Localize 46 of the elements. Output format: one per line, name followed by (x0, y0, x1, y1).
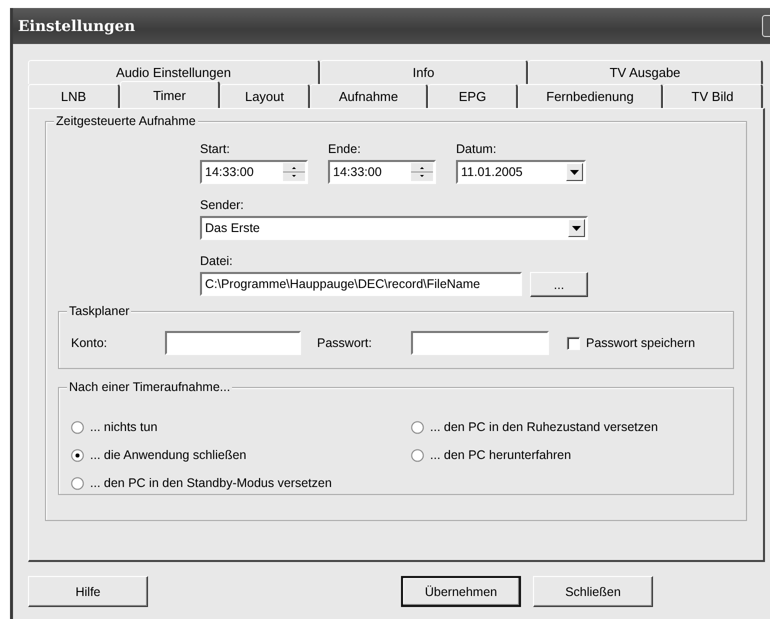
radio-button[interactable] (71, 448, 84, 462)
field-label: Datei: (200, 254, 234, 268)
radio-label: ... nichts tun (90, 420, 158, 434)
field-label: Konto: (71, 336, 108, 350)
group-title: Nach einer Timeraufnahme... (67, 380, 232, 394)
browse-button[interactable]: ... (530, 272, 588, 297)
tab[interactable]: LNB (28, 84, 120, 108)
radio-label: ... den PC in den Standby-Modus versetzen (90, 476, 332, 490)
field-label: Ende: (328, 142, 362, 156)
radio-label: ... den PC in den Ruhezustand versetzen (430, 420, 658, 434)
window-title: Einstellungen (18, 17, 136, 35)
tab[interactable]: Audio Einstellungen (28, 60, 320, 84)
radio-button[interactable] (411, 448, 424, 462)
radio-button[interactable] (71, 420, 84, 434)
checkbox[interactable] (567, 336, 580, 350)
group-title: Zeitgesteuerte Aufnahme (54, 114, 198, 128)
field-label: Sender: (200, 198, 245, 212)
radio-button[interactable] (71, 476, 84, 490)
tab[interactable]: TV Ausgabe (528, 60, 763, 84)
spinner-icon[interactable] (411, 163, 433, 181)
spinner-icon[interactable] (283, 163, 305, 181)
date-dropdown[interactable]: 11.01.2005 (456, 160, 586, 184)
end-time-field[interactable]: 14:33:00 (328, 160, 436, 184)
field-label: Start: (200, 142, 231, 156)
checkbox-label: Passwort speichern (586, 336, 696, 350)
dialog-button[interactable]: Hilfe (28, 576, 148, 607)
field-label: Passwort: (317, 336, 373, 350)
tab[interactable]: Info (320, 60, 528, 84)
tab[interactable]: Timer (120, 81, 220, 108)
tab[interactable]: Layout (220, 84, 310, 108)
file-path-field[interactable]: C:\Programme\Hauppauge\DEC\record\FileName (200, 272, 522, 296)
dialog-button[interactable]: Schließen (533, 576, 653, 607)
dialog-button[interactable]: Übernehmen (401, 576, 521, 607)
start-time-field[interactable]: 14:33:00 (200, 160, 308, 184)
radio-label: ... den PC herunterfahren (430, 448, 572, 462)
tab[interactable]: TV Bild (663, 84, 763, 108)
group-title: Taskplaner (67, 304, 132, 318)
tab[interactable]: Fernbedienung (518, 84, 663, 108)
field-label: Datum: (456, 142, 498, 156)
tab[interactable]: Aufnahme (310, 84, 428, 108)
channel-dropdown[interactable]: Das Erste (200, 216, 588, 240)
radio-button[interactable] (411, 420, 424, 434)
password-field[interactable] (411, 331, 549, 355)
account-field[interactable] (165, 331, 301, 355)
tab[interactable]: EPG (428, 84, 518, 108)
radio-label: ... die Anwendung schließen (90, 448, 246, 462)
